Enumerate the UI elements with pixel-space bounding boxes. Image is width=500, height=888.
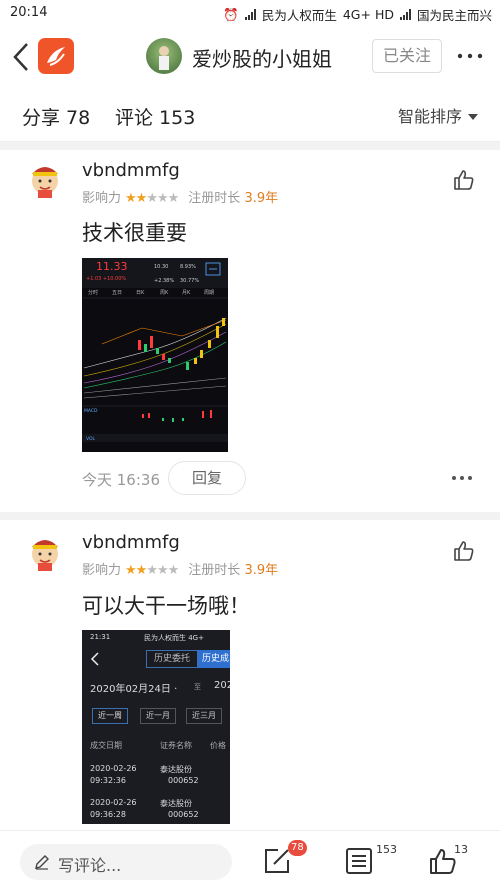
svg-text:+2.38%: +2.38% (154, 278, 174, 284)
chart-change: +1.03 +10.00% (86, 276, 126, 282)
page-title[interactable]: 爱炒股的小姐姐 (192, 43, 332, 72)
comment-text: 技术很重要 (82, 221, 187, 245)
svg-text:分时: 分时 (88, 289, 98, 296)
user-avatar[interactable] (26, 160, 64, 198)
status-right: ⏰ 民为人权而生 4G+ HD 国为民主而兴 (223, 5, 492, 24)
svg-text:10.30: 10.30 (154, 264, 168, 270)
comment-count-label[interactable]: 评论 153 (115, 103, 195, 130)
registration-years: 3.9年 (244, 563, 279, 578)
divider (0, 512, 500, 520)
comment-image-trade-history[interactable]: 21:31 民为人权而生 4G+ 历史委托 历史成 2020年02月24日 · … (82, 630, 230, 824)
back-icon[interactable] (10, 40, 34, 74)
influence-stars: ★★★★★ (125, 563, 179, 578)
like-count: 13 (454, 843, 468, 856)
alarm-icon: ⏰ (223, 6, 239, 22)
comment-text: 可以大干一场哦！ (82, 594, 250, 618)
svg-text:周期: 周期 (204, 290, 214, 296)
comment-list-icon[interactable] (344, 846, 374, 876)
svg-text:8.93%: 8.93% (180, 264, 196, 270)
comment-username[interactable]: vbndmmfg (82, 532, 180, 553)
user-avatar[interactable] (26, 533, 64, 571)
comment-image-stock-chart[interactable]: 11.33 +1.03 +10.00% 10.30 8.93% +2.38% 3… (82, 258, 228, 452)
svg-text:30.77%: 30.77% (180, 278, 199, 284)
svg-text:月K: 月K (182, 290, 191, 296)
like-icon[interactable] (452, 168, 476, 192)
like-icon[interactable] (452, 539, 476, 563)
comment-count: 153 (376, 843, 397, 856)
stock-chart: 11.33 +1.03 +10.00% 10.30 8.93% +2.38% 3… (82, 258, 228, 442)
more-icon[interactable] (456, 48, 484, 64)
comment-input-placeholder: 写评论... (58, 856, 122, 875)
comment-time: 今天 16:36 (82, 471, 160, 489)
comment-meta: 影响力 ★★★★★ 注册时长 3.9年 (82, 187, 278, 206)
signal-icon-2 (399, 9, 411, 20)
share-count-badge: 78 (288, 840, 307, 856)
influence-stars: ★★★★★ (125, 191, 179, 206)
app-logo-icon (47, 47, 65, 66)
person-icon (159, 46, 169, 70)
influence-label: 影响力 (82, 563, 122, 578)
follow-button[interactable]: 已关注 (372, 39, 442, 73)
comment-meta: 影响力 ★★★★★ 注册时长 3.9年 (82, 559, 278, 578)
carrier1: 民为人权而生 (261, 8, 337, 23)
signal-icon (244, 9, 256, 20)
svg-text:五日: 五日 (112, 290, 122, 296)
pen-icon (35, 855, 49, 870)
stats-row: 分享 78 评论 153 智能排序 (0, 88, 500, 142)
nav-bar: 爱炒股的小姐姐 已关注 (0, 28, 500, 86)
status-bar: 20:14 ⏰ 民为人权而生 4G+ HD 国为民主而兴 (0, 0, 500, 28)
registration-label: 注册时长 (188, 563, 241, 578)
registration-years: 3.9年 (244, 191, 279, 206)
share-count-label[interactable]: 分享 78 (22, 103, 90, 130)
svg-text:周K: 周K (160, 290, 169, 296)
app-logo[interactable] (38, 38, 74, 74)
comment-input[interactable]: 写评论... (20, 844, 232, 880)
sort-dropdown[interactable]: 智能排序 (398, 103, 478, 127)
comment-username[interactable]: vbndmmfg (82, 160, 180, 181)
svg-text:VOL: VOL (86, 436, 96, 442)
network-type: 4G+ HD (342, 7, 394, 22)
back-icon (90, 652, 99, 666)
carrier2: 国为民主而兴 (416, 8, 492, 23)
bottom-bar: 写评论... 78 153 13 (0, 830, 500, 888)
svg-text:日K: 日K (136, 290, 145, 296)
reply-button[interactable]: 回复 (168, 461, 246, 495)
registration-label: 注册时长 (188, 191, 241, 206)
influence-label: 影响力 (82, 191, 122, 206)
status-time: 20:14 (10, 5, 48, 20)
divider (0, 142, 500, 150)
comment-more-icon[interactable] (450, 473, 474, 483)
svg-text:MACD: MACD (84, 408, 98, 414)
author-avatar[interactable] (146, 38, 182, 74)
chart-price: 11.33 (96, 260, 128, 273)
